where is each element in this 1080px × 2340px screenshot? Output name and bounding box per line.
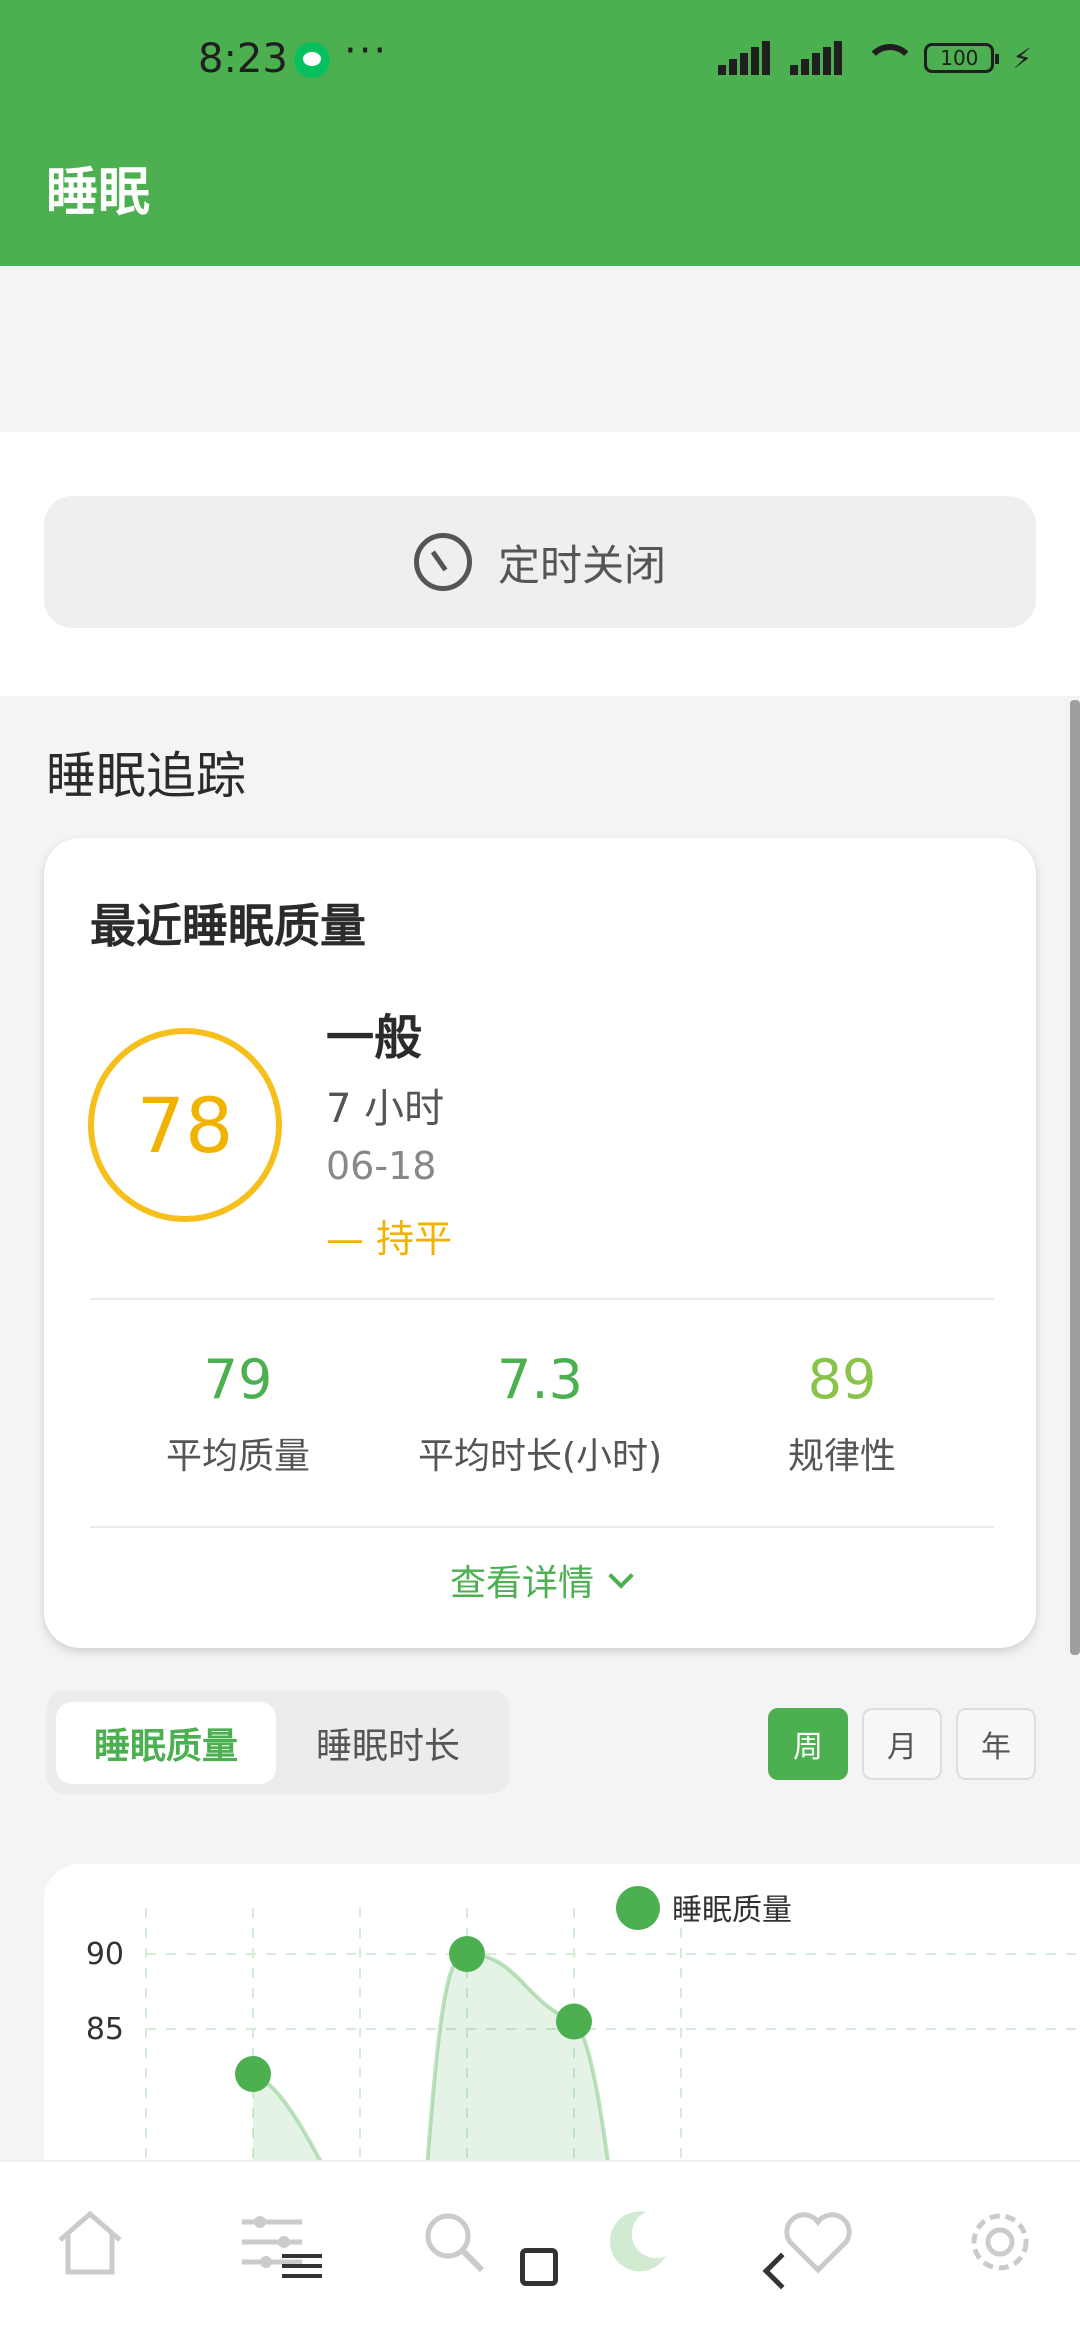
data-point [556,2003,592,2040]
moon-icon[interactable] [596,2202,676,2282]
home-icon[interactable] [50,2202,130,2282]
timer-icon [413,533,472,591]
section-title-sleep-tracking: 睡眠追踪 [46,747,246,805]
stat-average-quality: 79 平均质量 [88,1348,388,1479]
stat-value: 79 [203,1348,273,1411]
tab-sleep-quality[interactable]: 睡眠质量 [56,1702,276,1784]
data-point [449,1936,485,1972]
wechat-icon [294,42,330,78]
tab-sleep-duration[interactable]: 睡眠时长 [278,1702,498,1784]
page-title: 睡眠 [46,163,151,223]
data-point [235,2056,271,2092]
system-menu-button[interactable] [282,2248,322,2288]
stat-value: 89 [807,1348,877,1411]
signal-hd-icon [790,41,844,75]
period-week-button[interactable]: 周 [768,1708,848,1780]
sleep-date: 06-18 [326,1144,437,1188]
score-value: 78 [136,1080,234,1170]
status-more-dots: ··· [344,28,389,74]
timer-off-label: 定时关闭 [497,540,666,590]
search-icon[interactable] [414,2202,494,2282]
battery-icon: 100 [924,43,1000,73]
stat-value: 7.3 [497,1348,583,1411]
stat-label: 平均质量 [165,1436,310,1477]
period-month-button[interactable]: 月 [862,1708,942,1780]
y-tick-label: 85 [86,2012,124,2047]
stat-average-duration: 7.3 平均时长(小时) [390,1348,690,1479]
sleep-duration: 7 小时 [326,1086,445,1132]
status-bar: 8:23 ··· 100 ⚡ [0,0,1080,120]
chart-type-tabs: 睡眠质量 睡眠时长 [46,1690,510,1794]
signal-hd-icon [718,41,772,75]
scrollbar[interactable] [1070,700,1080,1655]
system-home-button[interactable] [520,2248,558,2286]
wifi-icon [862,40,917,76]
view-details-button[interactable]: 查看详情 [44,1554,1036,1606]
timer-section: 定时关闭 [0,432,1080,696]
period-year-button[interactable]: 年 [956,1708,1036,1780]
legend-label: 睡眠质量 [672,1893,792,1928]
stat-regularity: 89 规律性 [692,1348,992,1479]
recent-sleep-quality-card: 最近睡眠质量 78 一般 7 小时 06-18 — 持平 79 平均质量 7.3… [44,838,1036,1648]
timer-off-button[interactable]: 定时关闭 [44,496,1036,628]
app-bar: 睡眠 [0,120,1080,266]
divider [90,1526,994,1528]
y-tick-label: 90 [86,1937,124,1972]
chevron-down-icon [608,1563,634,1589]
settings-icon[interactable] [960,2202,1040,2282]
charging-icon: ⚡ [1012,41,1032,75]
card-title: 最近睡眠质量 [90,899,366,953]
stat-label: 规律性 [787,1436,896,1477]
score-ring: 78 [88,1028,282,1222]
status-indicators: 100 ⚡ [718,40,1032,76]
stat-label: 平均时长(小时) [417,1436,663,1477]
quality-label: 一般 [326,1010,423,1066]
divider [90,1298,994,1300]
legend-marker [616,1886,660,1930]
status-time: 8:23 [198,36,288,82]
trend-indicator: — 持平 [326,1217,453,1261]
view-details-label: 查看详情 [449,1563,594,1604]
